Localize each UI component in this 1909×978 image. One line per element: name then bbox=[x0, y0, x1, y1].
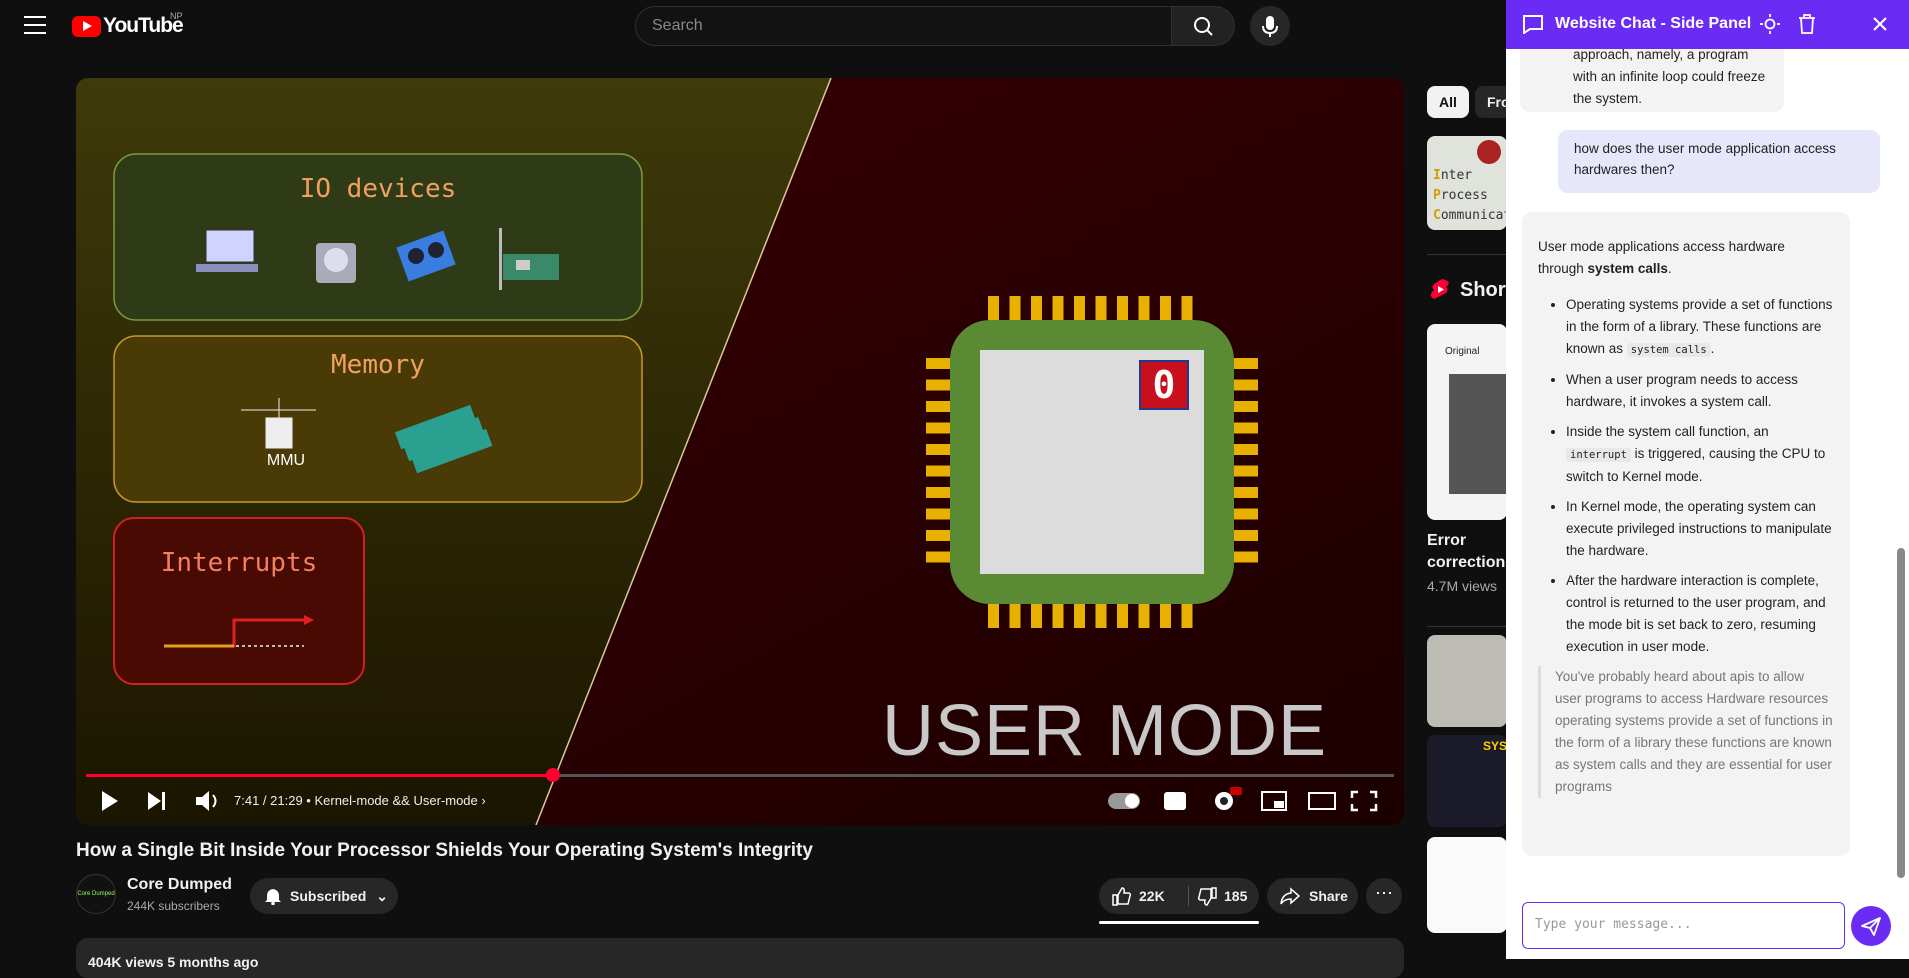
recommended-thumbnail-4[interactable] bbox=[1427, 837, 1507, 933]
fullscreen-icon bbox=[1350, 790, 1378, 812]
chat-side-panel: Website Chat - Side Panel approach, name… bbox=[1506, 0, 1909, 959]
trash-icon[interactable] bbox=[1798, 14, 1816, 34]
bullet-item: Inside the system call function, an inte… bbox=[1566, 421, 1834, 488]
slide-memory-label: Memory bbox=[331, 350, 425, 380]
bullet-item: Operating systems provide a set of funct… bbox=[1566, 294, 1834, 361]
dislike-count[interactable]: 185 bbox=[1224, 888, 1247, 904]
rec-title-initial-3: C bbox=[1433, 208, 1441, 223]
ai-bullets: Operating systems provide a set of funct… bbox=[1566, 294, 1834, 658]
like-dislike-group: 22K 185 bbox=[1099, 878, 1259, 924]
description-box[interactable]: 404K views 5 months ago bbox=[76, 938, 1404, 978]
voice-search-button[interactable] bbox=[1250, 6, 1290, 46]
mic-icon bbox=[1262, 16, 1278, 37]
share-label: Share bbox=[1309, 888, 1348, 904]
next-icon bbox=[148, 792, 161, 810]
youtube-logo[interactable]: YouTube NP bbox=[72, 11, 184, 38]
rec-title-line-3: ommunicat bbox=[1440, 208, 1507, 223]
chip-all[interactable]: All bbox=[1427, 86, 1469, 118]
send-button[interactable] bbox=[1851, 906, 1891, 946]
interrupts-box bbox=[113, 517, 365, 685]
message-input[interactable]: Type your message... bbox=[1522, 902, 1845, 949]
share-button[interactable]: Share bbox=[1267, 878, 1358, 914]
like-underline bbox=[1099, 921, 1259, 924]
theater-icon bbox=[1308, 792, 1336, 810]
progress-fill bbox=[86, 774, 553, 777]
like-icon[interactable] bbox=[1111, 886, 1133, 906]
youtube-play-icon bbox=[72, 15, 101, 37]
menu-icon[interactable] bbox=[24, 16, 46, 34]
short-original-label: Original bbox=[1445, 346, 1480, 357]
divider bbox=[1427, 254, 1507, 255]
share-icon bbox=[1280, 887, 1301, 905]
bullet-item: When a user program needs to access hard… bbox=[1566, 369, 1834, 413]
recommended-thumbnail-3[interactable]: SYS bbox=[1427, 735, 1507, 827]
channel-avatar[interactable]: Core Dumped bbox=[76, 874, 116, 914]
more-actions-button[interactable]: ⋯ bbox=[1366, 878, 1402, 914]
recommended-thumbnail-2[interactable] bbox=[1427, 635, 1507, 727]
youtube-topbar: YouTube NP Search bbox=[0, 0, 1506, 52]
thumbnail-avatar bbox=[1477, 140, 1501, 164]
subscribe-label: Subscribed bbox=[290, 888, 367, 904]
shorts-icon bbox=[1430, 279, 1449, 299]
slide-io-label: IO devices bbox=[299, 174, 457, 204]
user-message: how does the user mode application acces… bbox=[1558, 130, 1880, 193]
video-player[interactable]: IO devices Memory MMU Interrupts 0 USER … bbox=[76, 78, 1404, 825]
slide-mode-text: USER MODE bbox=[882, 691, 1328, 771]
panel-header-cover: Website Chat - Side Panel bbox=[1506, 0, 1909, 49]
chevron-down-icon: ⌄ bbox=[376, 887, 388, 904]
like-divider bbox=[1188, 886, 1189, 906]
send-icon bbox=[1861, 917, 1881, 936]
bell-icon bbox=[265, 889, 281, 905]
transcript-quote: You've probably heard about apis to allo… bbox=[1538, 666, 1834, 798]
mode-bit-value: 0 bbox=[1152, 363, 1176, 407]
subscribe-button[interactable]: Subscribed ⌄ bbox=[250, 878, 398, 914]
rec-title-line-1: nter bbox=[1440, 168, 1473, 183]
rec-title-initial-2: P bbox=[1433, 188, 1441, 203]
cpu-chip bbox=[926, 296, 1258, 628]
chapter-title[interactable]: Kernel-mode && User-mode bbox=[314, 793, 477, 808]
short-views: 4.7M views bbox=[1427, 578, 1498, 594]
short-title[interactable]: Error correction bbox=[1427, 530, 1505, 574]
ai-message-response: User mode applications access hardware t… bbox=[1522, 212, 1850, 856]
short-image bbox=[1449, 374, 1507, 494]
view-stats: 404K views 5 months ago bbox=[88, 954, 259, 970]
panel-scrollbar[interactable] bbox=[1897, 548, 1905, 878]
search-input[interactable]: Search bbox=[635, 6, 1172, 46]
channel-name[interactable]: Core Dumped bbox=[127, 876, 232, 894]
region-code: NP bbox=[170, 11, 183, 21]
more-icon: ⋯ bbox=[1375, 883, 1393, 903]
recommended-thumbnail[interactable]: Inter Process Communicat bbox=[1427, 136, 1507, 230]
close-icon[interactable] bbox=[1872, 16, 1888, 32]
bullet-item: In Kernel mode, the operating system can… bbox=[1566, 496, 1834, 562]
slide-interrupts-label: Interrupts bbox=[160, 548, 318, 578]
subscriber-count: 244K subscribers bbox=[127, 899, 220, 913]
thumb-sys-label: SYS bbox=[1483, 739, 1507, 753]
short-thumbnail[interactable]: Original bbox=[1427, 324, 1507, 520]
bullet-item: After the hardware interaction is comple… bbox=[1566, 570, 1834, 658]
chevron-right-icon: › bbox=[481, 793, 486, 808]
slide-mmu-label: MMU bbox=[266, 452, 306, 469]
captions-icon bbox=[1164, 792, 1186, 810]
ai-intro: User mode applications access hardware t… bbox=[1538, 239, 1785, 276]
divider bbox=[1427, 626, 1507, 627]
hard-drive-icon bbox=[316, 243, 356, 283]
brightness-icon[interactable] bbox=[1760, 14, 1780, 34]
rec-title-initial-1: I bbox=[1433, 168, 1441, 183]
shorts-heading: Short bbox=[1460, 279, 1513, 301]
search-icon bbox=[1194, 17, 1213, 36]
dislike-icon[interactable] bbox=[1196, 887, 1218, 907]
play-icon bbox=[102, 791, 118, 811]
rec-title-line-2: rocess bbox=[1440, 188, 1488, 203]
volume-icon bbox=[196, 791, 209, 811]
time-display: 7:41 / 21:29 bbox=[234, 793, 303, 808]
like-count[interactable]: 22K bbox=[1139, 888, 1165, 904]
search-button[interactable] bbox=[1171, 6, 1235, 46]
panel-title-text: Website Chat - Side Panel bbox=[1555, 15, 1752, 32]
video-title: How a Single Bit Inside Your Processor S… bbox=[76, 840, 813, 861]
chat-icon bbox=[1523, 15, 1543, 34]
